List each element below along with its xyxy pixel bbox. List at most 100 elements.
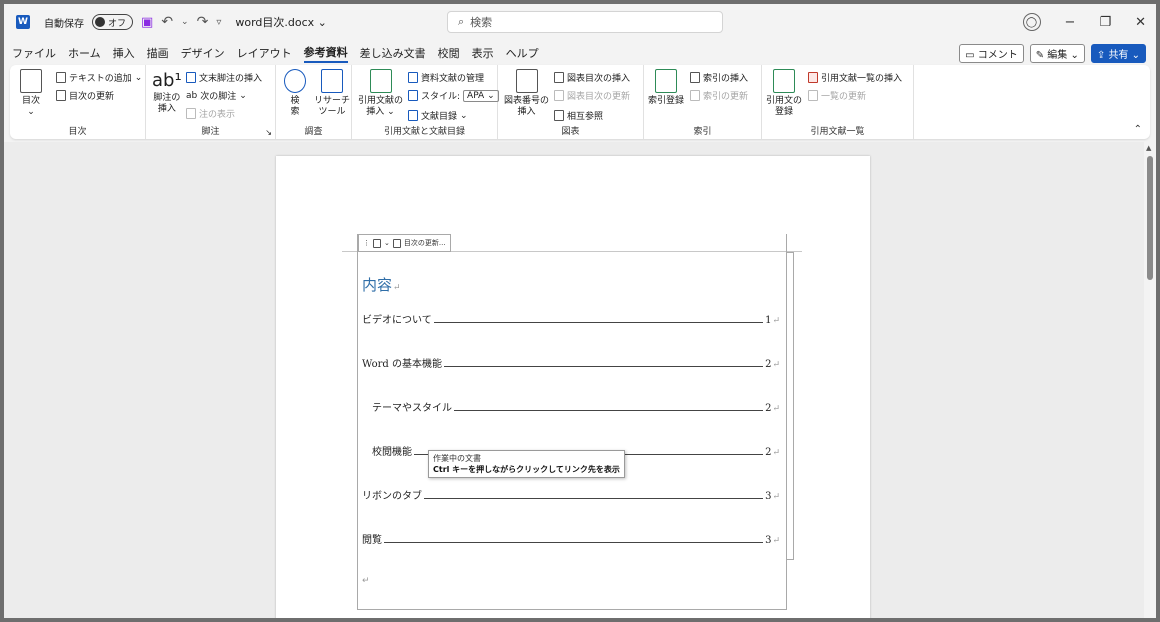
next-footnote-button[interactable]: ab 次の脚注 ⌄: [186, 89, 247, 103]
minimize-button[interactable]: −: [1065, 15, 1076, 30]
group-label-citations: 引用文献と文献目録: [383, 127, 465, 137]
update-toc-icon: [56, 90, 66, 101]
editing-mode-button[interactable]: ✎ 編集 ⌄: [1029, 43, 1085, 63]
document-title[interactable]: word目次.docx ⌄: [235, 14, 327, 30]
tab-draw[interactable]: 描画: [147, 45, 169, 61]
insert-citation-button[interactable]: 引用文献の 挿入 ⌄: [358, 69, 403, 118]
style-icon: [408, 90, 418, 101]
insert-caption-button[interactable]: 図表番号の 挿入: [504, 69, 549, 118]
toc-entry-page: 3: [765, 491, 772, 502]
insert-footnote-button[interactable]: ab¹ 脚注の 挿入: [152, 69, 182, 115]
toc-entry-page: 2: [765, 447, 772, 458]
comment-icon: ▭: [965, 49, 975, 61]
tab-insert[interactable]: 挿入: [113, 45, 135, 61]
toc-entry-text[interactable]: 閲覧: [362, 531, 382, 546]
search-icon: ⌕: [458, 15, 465, 28]
toc-entry[interactable]: 閲覧 3 ↵: [362, 532, 780, 546]
insert-index-button[interactable]: 索引の挿入: [690, 71, 748, 84]
tooltip-title: 作業中の文書: [433, 454, 481, 463]
researcher-button[interactable]: リサーチ ツール: [314, 69, 350, 118]
undo-dropdown-icon[interactable]: ⌄: [181, 17, 189, 27]
add-text-button[interactable]: テキストの追加 ⌄: [56, 71, 142, 84]
share-icon: ⇪: [1096, 49, 1106, 61]
paragraph-mark: ↵: [772, 492, 780, 502]
tab-home[interactable]: ホーム: [68, 45, 101, 61]
customize-qat-icon[interactable]: ▿: [216, 17, 221, 28]
scroll-up-icon[interactable]: ▲: [1146, 144, 1151, 152]
comments-button[interactable]: ▭ コメント: [959, 43, 1024, 63]
toc-button[interactable]: 目次 ⌄: [20, 69, 42, 118]
leader-line: [454, 410, 764, 411]
paragraph-mark: ↵: [393, 283, 401, 293]
search-button[interactable]: 検索: [284, 69, 306, 118]
paragraph-mark: ↵: [772, 316, 780, 326]
toc-entry-text[interactable]: テーマやスタイル: [372, 399, 452, 414]
next-footnote-icon: ab: [186, 90, 198, 101]
cross-reference-button[interactable]: 相互参照: [554, 109, 603, 122]
update-toa-button[interactable]: 一覧の更新: [808, 89, 866, 102]
insert-tof-icon: [554, 72, 564, 83]
toc-entry[interactable]: テーマやスタイル 2 ↵: [372, 400, 780, 414]
mark-citation-button[interactable]: 引用文の 登録: [766, 69, 802, 118]
toc-heading[interactable]: 内容↵: [362, 274, 401, 295]
account-avatar-icon[interactable]: ◯: [1022, 13, 1041, 31]
tab-layout[interactable]: レイアウト: [237, 45, 292, 61]
save-icon[interactable]: ▣: [141, 15, 153, 30]
mark-entry-icon: [655, 69, 677, 93]
leader-line: [433, 322, 764, 323]
tab-review[interactable]: 校閲: [438, 45, 460, 61]
search-box[interactable]: ⌕ 検索: [447, 11, 723, 33]
update-index-button[interactable]: 索引の更新: [690, 89, 748, 102]
group-citations: 引用文献の 挿入 ⌄ 資料文献の管理 スタイル: APA ⌄ 文献目録 ⌄ 引用文献…: [352, 65, 499, 139]
toc-entry[interactable]: リボンのタブ 3 ↵: [362, 488, 780, 502]
show-notes-icon: [186, 108, 196, 119]
update-tof-icon: [554, 90, 564, 101]
toc-entry-text[interactable]: リボンのタブ: [362, 487, 422, 502]
tooltip-hint: Ctrl キーを押しながらクリックしてリンク先を表示: [433, 465, 620, 474]
manage-sources-button[interactable]: 資料文献の管理: [408, 71, 484, 84]
toc-entry-text[interactable]: 校閲機能: [372, 443, 412, 458]
scrollbar-thumb[interactable]: [1147, 156, 1153, 280]
redo-icon[interactable]: ↷: [197, 14, 209, 30]
group-captions: 図表番号の 挿入 図表目次の挿入 図表目次の更新 相互参照 図表: [498, 65, 644, 139]
manage-sources-icon: [408, 72, 418, 83]
collapse-ribbon-icon[interactable]: ⌃: [1134, 124, 1142, 135]
autosave-toggle[interactable]: オフ: [92, 14, 134, 30]
close-button[interactable]: ✕: [1135, 15, 1146, 30]
bibliography-icon: [408, 110, 418, 121]
bibliography-button[interactable]: 文献目録 ⌄: [408, 109, 468, 122]
toc-entry[interactable]: ビデオについて 1 ↵: [362, 312, 780, 326]
insert-endnote-button[interactable]: 文末脚注の挿入: [186, 71, 262, 84]
tab-view[interactable]: 表示: [472, 45, 494, 61]
paragraph-mark: ↵: [772, 404, 780, 414]
tab-help[interactable]: ヘルプ: [506, 45, 539, 61]
toc-entry[interactable]: Word の基本機能 2 ↵: [362, 356, 780, 370]
toc-entry-text[interactable]: ビデオについて: [362, 311, 432, 326]
dialog-launcher-icon[interactable]: ↘: [265, 128, 272, 137]
insert-tof-button[interactable]: 図表目次の挿入: [554, 71, 630, 84]
undo-icon[interactable]: ↶: [161, 14, 173, 30]
toc-icon: [20, 69, 42, 93]
toc-entry-page: 3: [765, 535, 772, 546]
search-placeholder: 検索: [470, 16, 493, 29]
title-bar: W 自動保存 オフ ▣ ↶ ⌄ ↷ ▿ word目次.docx ⌄ ⌕ 検索 ◯…: [4, 4, 1156, 40]
tab-file[interactable]: ファイル: [12, 45, 56, 61]
update-tof-button[interactable]: 図表目次の更新: [554, 89, 630, 102]
tab-references[interactable]: 参考資料: [303, 44, 348, 63]
group-label-research: 調査: [304, 127, 323, 137]
share-button[interactable]: ⇪ 共有 ⌄: [1090, 43, 1146, 63]
group-authorities: 引用文の 登録 引用文献一覧の挿入 一覧の更新 引用文献一覧: [762, 65, 914, 139]
mark-entry-button[interactable]: 索引登録: [648, 69, 684, 107]
style-selector[interactable]: スタイル: APA ⌄: [408, 89, 499, 102]
toc-entry-page: 1: [765, 315, 772, 326]
tab-mailings[interactable]: 差し込み文書: [360, 45, 426, 61]
update-toc-button[interactable]: 目次の更新: [56, 89, 114, 102]
document-page[interactable]: ⋮ ⌄ 目次の更新... 内容↵ ビデオについて 1 ↵ Word の基本機能 2 ↵ …: [276, 156, 870, 618]
restore-button[interactable]: ❐: [1099, 15, 1111, 30]
show-notes-button[interactable]: 注の表示: [186, 107, 235, 120]
tab-design[interactable]: デザイン: [181, 45, 225, 61]
style-dropdown[interactable]: APA ⌄: [463, 89, 499, 102]
toc-entry-text[interactable]: Word の基本機能: [362, 355, 442, 370]
vertical-scrollbar[interactable]: ▲: [1144, 142, 1156, 618]
insert-toa-button[interactable]: 引用文献一覧の挿入: [808, 71, 902, 84]
